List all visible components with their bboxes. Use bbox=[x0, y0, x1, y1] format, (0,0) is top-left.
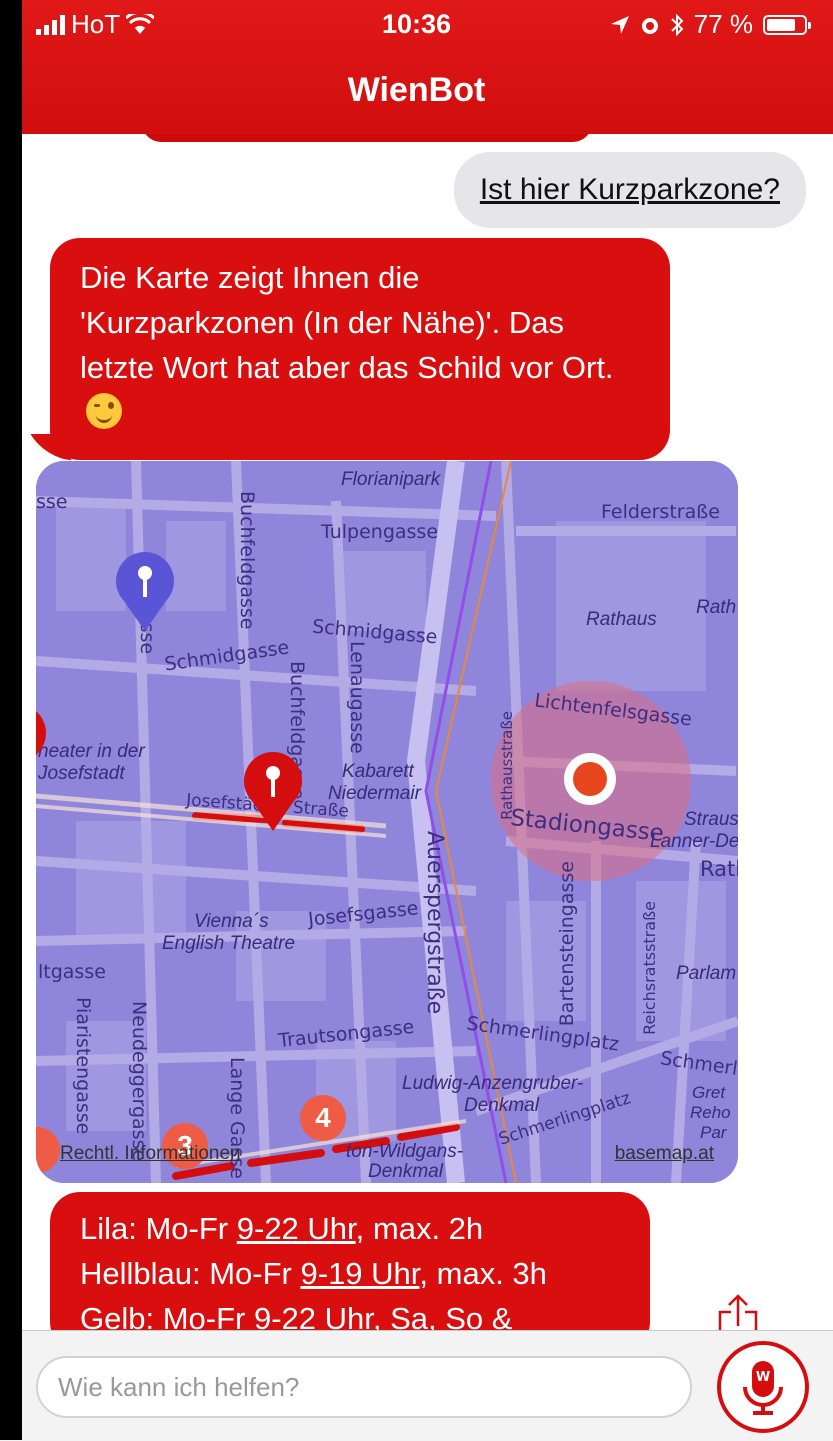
map-label: Lenaugasse bbox=[346, 641, 368, 754]
microphone-icon: W bbox=[743, 1361, 783, 1415]
map-label: Felderstraße bbox=[601, 501, 720, 523]
battery-fill bbox=[767, 18, 795, 31]
battery-percent: 77 % bbox=[693, 9, 753, 39]
microphone-button[interactable]: W bbox=[717, 1341, 809, 1433]
zone-text: , max. 2h bbox=[355, 1211, 484, 1246]
map-label: Parlam bbox=[676, 963, 737, 984]
zone-text: Lila: Mo-Fr bbox=[80, 1211, 237, 1246]
map-label: Josefstadt bbox=[38, 763, 125, 784]
map-label: Straus bbox=[684, 809, 738, 830]
bot-message-zones: Lila: Mo-Fr 9-22 Uhr, max. 2h Hellblau: … bbox=[50, 1192, 650, 1330]
previous-message-bubble bbox=[142, 134, 592, 142]
map-label: Vienna´s bbox=[194, 911, 269, 932]
legal-info-link[interactable]: Rechtl. Informationen bbox=[60, 1143, 241, 1165]
basemap-link[interactable]: basemap.at bbox=[615, 1143, 714, 1165]
map-label: Lanner-De bbox=[650, 831, 738, 852]
battery-icon bbox=[763, 14, 811, 35]
map-label: Piaristengasse bbox=[72, 997, 94, 1135]
current-location-marker[interactable] bbox=[564, 753, 616, 805]
map-label: Reichsratsstraße bbox=[640, 901, 659, 1035]
map-label: Gret bbox=[692, 1083, 726, 1102]
map-label: Rath bbox=[696, 597, 737, 618]
app-header: HoT 10:36 77 % WienBot bbox=[0, 0, 833, 134]
map-label: Par bbox=[700, 1123, 727, 1142]
map-pin-icon[interactable] bbox=[114, 549, 176, 633]
bot-message-text: Die Karte zeigt Ihnen die 'Kurzparkzonen… bbox=[80, 260, 614, 385]
map-label: Bartensteingasse bbox=[556, 861, 578, 1027]
map-label: Rathaus bbox=[586, 609, 657, 630]
message-input[interactable]: Wie kann ich helfen? bbox=[36, 1356, 692, 1418]
winking-face-emoji-icon bbox=[86, 393, 122, 429]
zone-hours-link[interactable]: 9-22 Uhr bbox=[237, 1211, 356, 1246]
zone-line-hellblau: Hellblau: Mo-Fr 9-19 Uhr, max. 3h bbox=[80, 1251, 620, 1296]
map-label: Denkmal bbox=[464, 1095, 539, 1116]
bot-message-map-intro: Die Karte zeigt Ihnen die 'Kurzparkzonen… bbox=[50, 238, 670, 460]
map-label: Buchfeldgasse bbox=[236, 491, 258, 630]
map-label: Denkmal bbox=[368, 1161, 443, 1182]
alarm-icon bbox=[641, 17, 658, 34]
map-label: Auerspergstraße bbox=[422, 831, 447, 1015]
map-label: Rath bbox=[700, 857, 738, 881]
page-title: WienBot bbox=[347, 71, 486, 109]
status-bar: HoT 10:36 77 % bbox=[0, 0, 833, 48]
map-label: Rathausstraße bbox=[498, 711, 516, 820]
map-label: Kabarett bbox=[342, 761, 414, 782]
zone-line-lila: Lila: Mo-Fr 9-22 Uhr, max. 2h bbox=[80, 1206, 620, 1251]
location-arrow-icon bbox=[610, 15, 629, 34]
map-label: Tulpengasse bbox=[321, 521, 439, 543]
map-label: Neudeggergasse bbox=[128, 1001, 150, 1162]
user-message[interactable]: Ist hier Kurzparkzone? bbox=[453, 152, 806, 228]
zone-line-gelb: Gelb: Mo-Fr 9-22 Uhr, Sa, So & bbox=[80, 1301, 513, 1330]
map-label: English Theatre bbox=[162, 933, 296, 954]
map-label: heater in der bbox=[38, 741, 145, 762]
message-input-placeholder: Wie kann ich helfen? bbox=[58, 1371, 300, 1402]
share-icon[interactable] bbox=[718, 1294, 758, 1330]
zone-hours-link[interactable]: 9-19 Uhr bbox=[301, 1256, 420, 1291]
composer-bar: Wie kann ich helfen? W bbox=[0, 1330, 833, 1441]
map-label: sse bbox=[36, 491, 68, 513]
map-label: Florianipark bbox=[341, 469, 441, 490]
zone-text: Hellblau: Mo-Fr bbox=[80, 1256, 301, 1291]
svg-text:W: W bbox=[756, 1370, 770, 1385]
bluetooth-icon bbox=[671, 13, 684, 36]
user-message-text[interactable]: Ist hier Kurzparkzone? bbox=[480, 173, 780, 207]
chat-thread[interactable]: Ist hier Kurzparkzone? Die Karte zeigt I… bbox=[22, 134, 833, 1330]
map-label: Reho bbox=[690, 1103, 731, 1122]
screen-edge bbox=[0, 0, 22, 1440]
map-cluster-marker[interactable]: 4 bbox=[300, 1095, 346, 1141]
parking-zone-map[interactable]: Florianipark Felderstraße Tulpengasse Bu… bbox=[36, 461, 738, 1183]
map-pin-icon[interactable] bbox=[36, 701, 46, 785]
map-label: ltgasse bbox=[38, 961, 106, 983]
map-label: Ludwig-Anzengruber- bbox=[402, 1073, 584, 1094]
map-pin-icon[interactable] bbox=[242, 749, 304, 833]
zone-text: , max. 3h bbox=[419, 1256, 547, 1291]
map-label: ton-Wildgans- bbox=[346, 1141, 464, 1162]
